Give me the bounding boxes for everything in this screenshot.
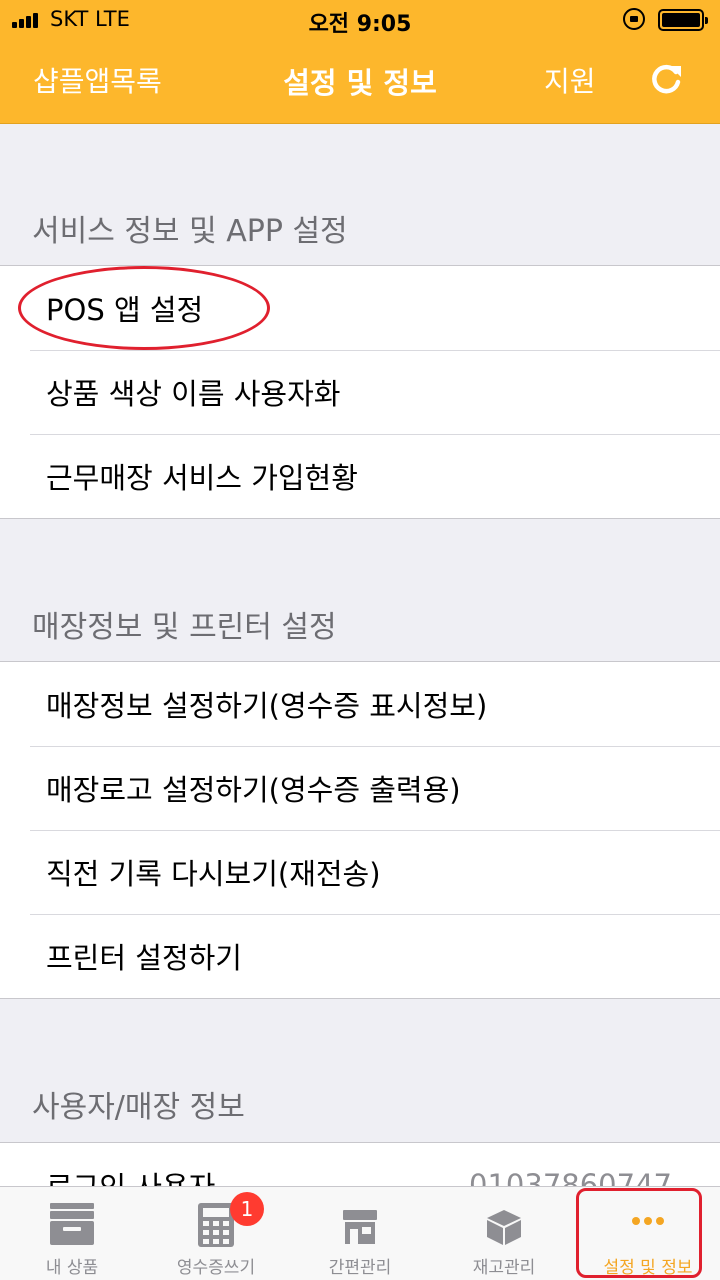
tab-label: 재고관리 [472,1258,536,1278]
battery-icon [658,9,708,31]
tab-quick-manage[interactable]: 간편관리 [288,1187,432,1280]
tab-my-products[interactable]: 내 상품 [0,1187,144,1280]
section-header-user-store: 사용자/매장 정보 [32,1090,245,1125]
tab-label: 간편관리 [328,1258,392,1278]
item-label: 직전 기록 다시보기(재전송) [46,857,381,891]
item-label: 매장정보 설정하기(영수증 표시정보) [46,689,488,723]
item-label: 매장로고 설정하기(영수증 출력용) [46,773,461,807]
section-header-store-printer: 매장정보 및 프린터 설정 [32,610,337,645]
recent-record-item[interactable]: 직전 기록 다시보기(재전송) [0,830,720,914]
product-color-name-item[interactable]: 상품 색상 이름 사용자화 [0,350,720,434]
support-button[interactable]: 지원 [544,60,596,100]
notification-badge: 1 [230,1192,264,1226]
refresh-icon[interactable] [648,62,684,98]
store-icon [343,1210,377,1244]
tab-write-receipt[interactable]: 영수증쓰기 [144,1187,288,1280]
annotation-circle [18,266,270,350]
store-subscription-status-item[interactable]: 근무매장 서비스 가입현황 [0,434,720,518]
box-icon [487,1210,521,1245]
section-header-service: 서비스 정보 및 APP 설정 [32,214,348,249]
rotation-lock-icon [623,8,645,30]
item-label: 근무매장 서비스 가입현황 [46,461,358,495]
store-info-settings-item[interactable]: 매장정보 설정하기(영수증 표시정보) [0,662,720,746]
tab-label: 영수증쓰기 [176,1258,256,1278]
store-printer-group: 매장정보 설정하기(영수증 표시정보) 매장로고 설정하기(영수증 출력용) 직… [0,661,720,999]
status-bar: SKT LTE 오전 9:05 [0,0,720,40]
annotation-rectangle [576,1188,702,1278]
archive-icon [50,1203,94,1245]
item-label: 프린터 설정하기 [46,941,242,975]
tab-label: 내 상품 [45,1258,99,1278]
store-logo-settings-item[interactable]: 매장로고 설정하기(영수증 출력용) [0,746,720,830]
item-label: 상품 색상 이름 사용자화 [46,377,341,411]
clock: 오전 9:05 [308,12,412,37]
printer-settings-item[interactable]: 프린터 설정하기 [0,914,720,998]
tab-inventory[interactable]: 재고관리 [432,1187,576,1280]
page-title: 설정 및 정보 [283,66,437,100]
top-bar: SKT LTE 오전 9:05 샵플앱목록 설정 및 정보 지원 [0,0,720,124]
